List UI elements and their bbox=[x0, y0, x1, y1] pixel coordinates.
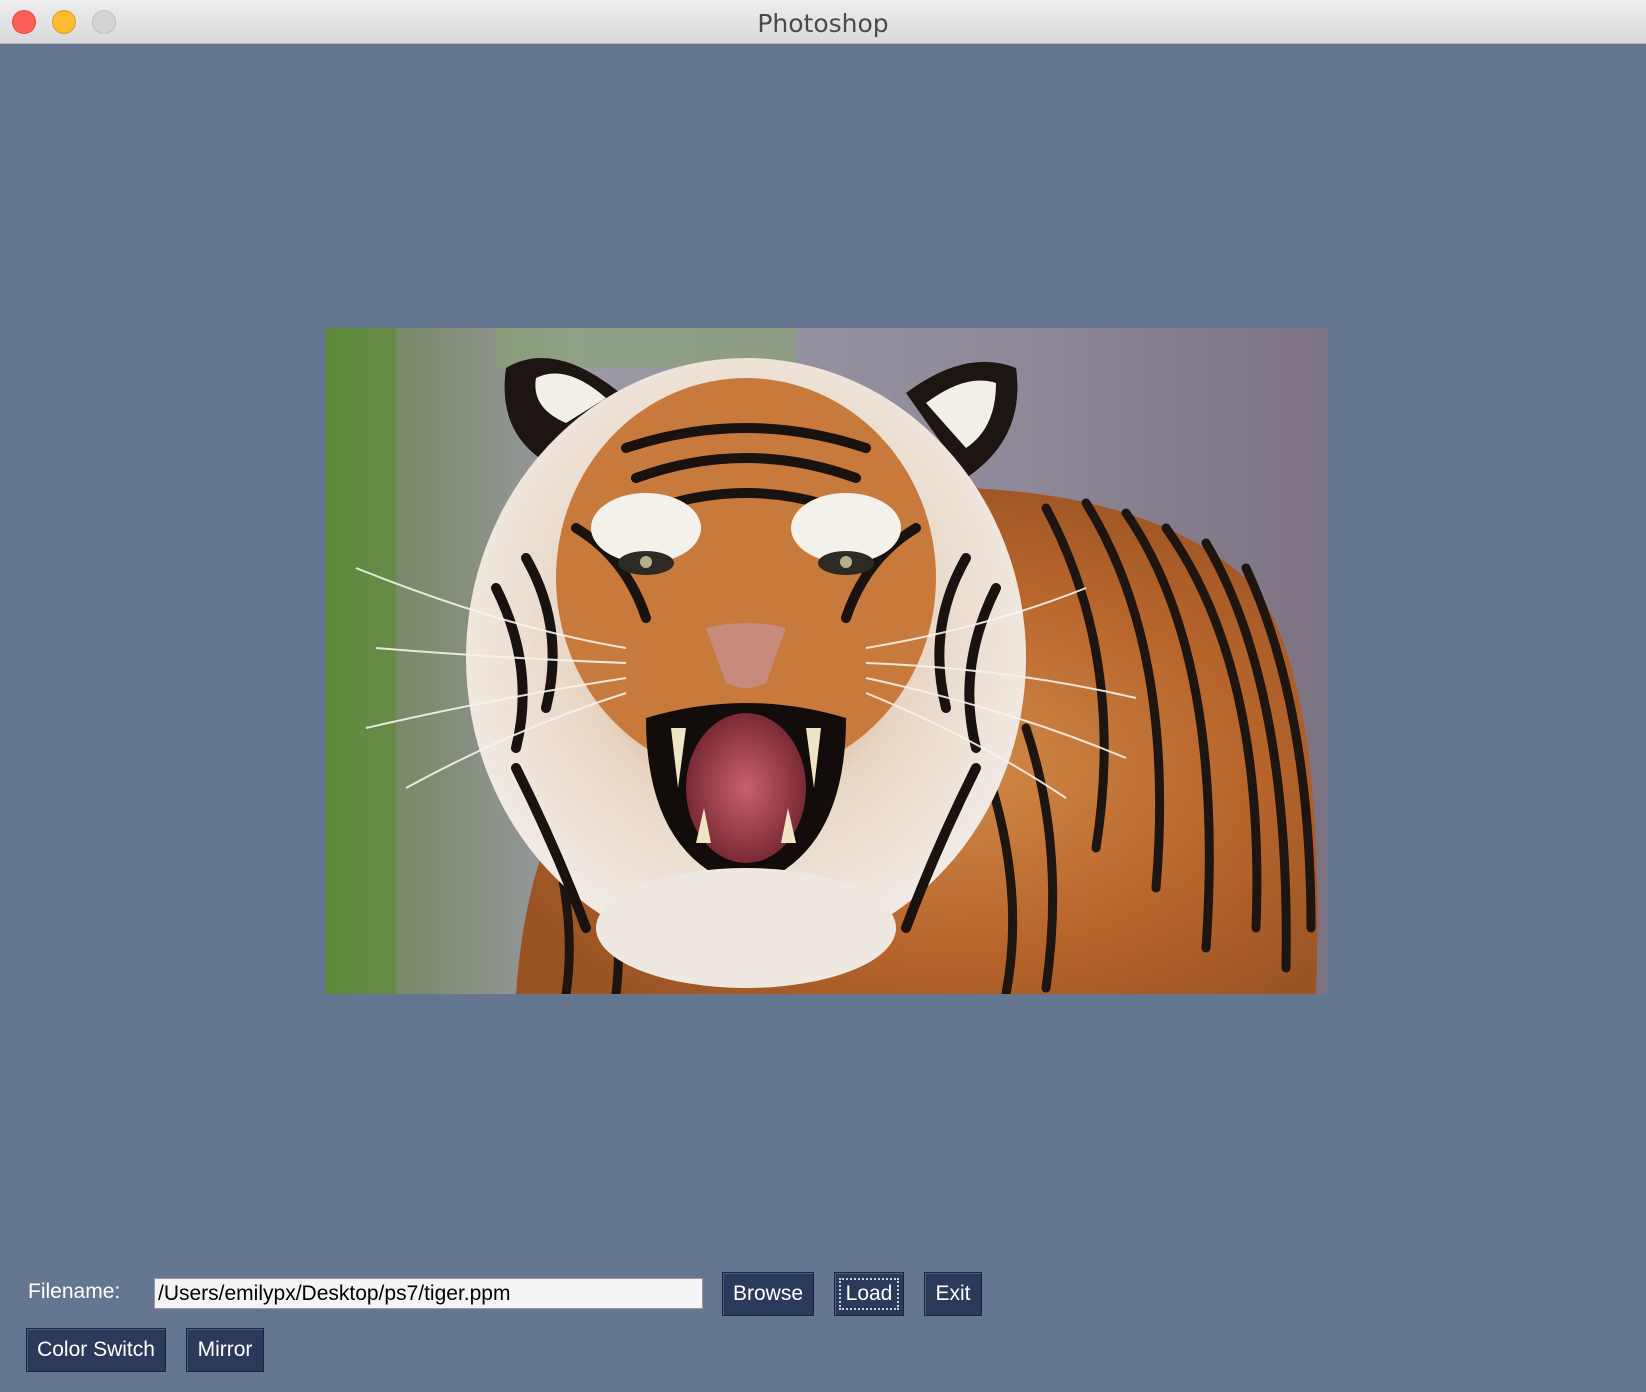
filename-input[interactable] bbox=[154, 1278, 703, 1309]
load-button-label: Load bbox=[838, 1278, 900, 1310]
filename-label: Filename: bbox=[28, 1280, 121, 1303]
color-switch-button-label: Color Switch bbox=[37, 1338, 155, 1361]
title-bar[interactable]: Photoshop bbox=[0, 0, 1646, 44]
image-canvas bbox=[326, 328, 1327, 994]
tiger-image bbox=[326, 328, 1327, 994]
browse-button[interactable]: Browse bbox=[722, 1272, 814, 1316]
app-window: Photoshop Filename: /Users/emilypx/Deskt… bbox=[0, 0, 1646, 1392]
exit-button[interactable]: Exit bbox=[924, 1272, 982, 1316]
load-button[interactable]: Load bbox=[834, 1272, 904, 1316]
color-switch-button[interactable]: Color Switch bbox=[26, 1328, 166, 1372]
exit-button-label: Exit bbox=[935, 1282, 971, 1305]
mirror-button-label: Mirror bbox=[197, 1338, 253, 1361]
mirror-button[interactable]: Mirror bbox=[186, 1328, 264, 1372]
browse-button-label: Browse bbox=[732, 1282, 804, 1305]
window-title: Photoshop bbox=[757, 9, 889, 38]
